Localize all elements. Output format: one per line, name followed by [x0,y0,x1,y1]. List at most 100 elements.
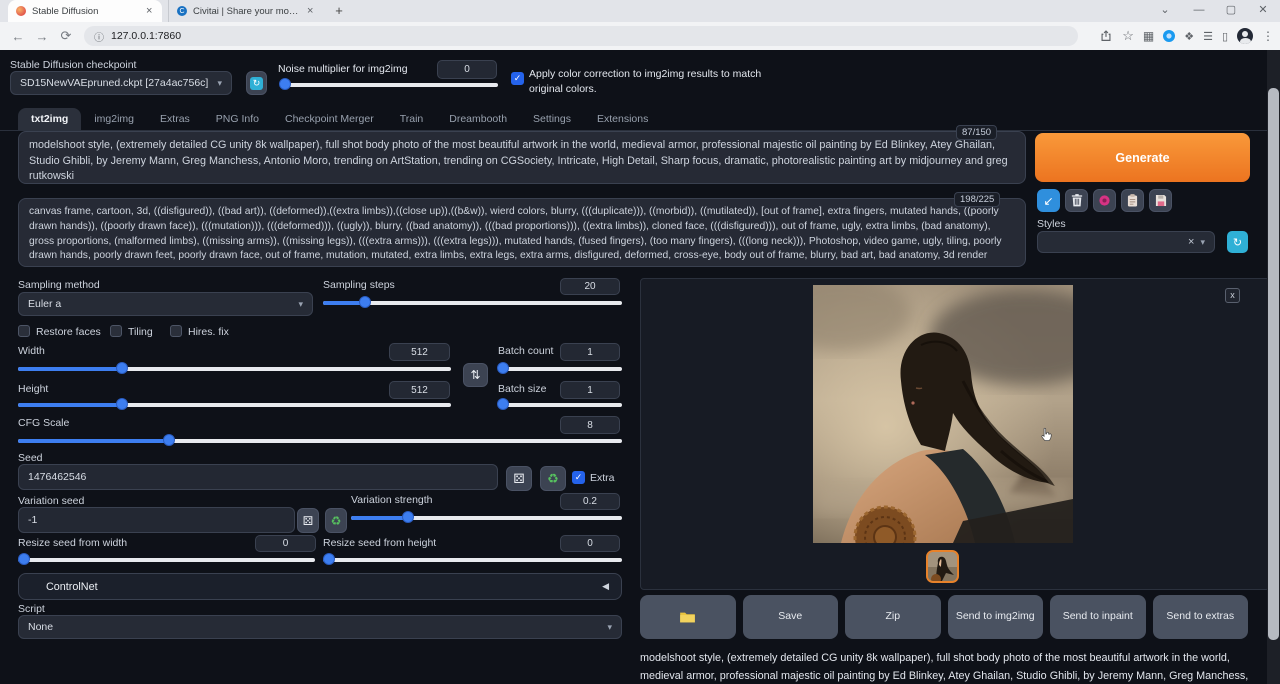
negative-prompt-textarea[interactable]: canvas frame, cartoon, 3d, ((disfigured)… [18,198,1026,267]
sampling-steps-label: Sampling steps [323,279,395,291]
bookmark-star-icon[interactable]: ☆ [1122,28,1134,44]
resize-seed-width-value[interactable]: 0 [255,535,316,552]
random-variation-seed-button[interactable]: ⚄ [297,508,319,533]
extensions-puzzle-icon[interactable]: ❖ [1184,30,1194,43]
extension-blue-icon[interactable] [1163,30,1175,42]
menu-kebab-icon[interactable]: ⋮ [1262,29,1274,43]
resize-seed-height-value[interactable]: 0 [560,535,620,552]
gallery-thumbnail[interactable] [926,550,959,583]
cfg-scale-label: CFG Scale [18,417,69,429]
resize-seed-width-slider[interactable] [18,553,315,565]
send-to-inpaint-button[interactable]: Send to inpaint [1050,595,1146,639]
share-icon[interactable] [1099,29,1113,43]
extra-networks-button[interactable] [1093,189,1116,212]
tab-close-icon[interactable]: × [307,5,313,17]
open-folder-button[interactable] [640,595,736,639]
controlnet-accordion[interactable]: ControlNet ◀ [18,573,622,600]
save-button[interactable]: Save [743,595,839,639]
noise-multiplier-value[interactable]: 0 [437,60,497,79]
refresh-styles-button[interactable]: ↻ [1227,231,1248,253]
random-seed-button[interactable]: ⚄ [506,466,532,491]
tab-settings[interactable]: Settings [520,108,584,130]
main-tabnav: txt2img img2img Extras PNG Info Checkpoi… [18,106,661,130]
cfg-scale-value[interactable]: 8 [560,416,620,434]
cfg-scale-slider[interactable] [18,434,622,446]
back-icon[interactable]: ← [6,29,30,44]
send-to-img2img-button[interactable]: Send to img2img [948,595,1044,639]
send-to-extras-button[interactable]: Send to extras [1153,595,1249,639]
tab-checkpoint-merger[interactable]: Checkpoint Merger [272,108,387,130]
height-slider[interactable] [18,398,451,410]
sampling-method-dropdown[interactable]: Euler a ▾ [18,292,313,316]
generate-button[interactable]: Generate [1035,133,1250,182]
page-scrollbar-thumb[interactable] [1268,88,1279,640]
zip-button[interactable]: Zip [845,595,941,639]
browser-tab-civitai[interactable]: C Civitai | Share your models × [168,0,322,22]
restore-faces-checkbox[interactable] [18,325,30,337]
site-info-icon[interactable]: ⓘ [94,29,104,44]
batch-count-value[interactable]: 1 [560,343,620,361]
tab-close-icon[interactable]: × [146,5,152,17]
profile-avatar[interactable] [1237,28,1253,44]
forward-icon[interactable]: → [30,29,54,44]
page-scrollbar-track [1267,50,1280,684]
tab-txt2img[interactable]: txt2img [18,108,81,130]
save-style-button[interactable] [1149,189,1172,212]
sampling-steps-value[interactable]: 20 [560,278,620,295]
tab-dreambooth[interactable]: Dreambooth [436,108,520,130]
address-bar[interactable]: ⓘ 127.0.0.1:7860 [84,26,1078,46]
reload-icon[interactable]: ⟳ [54,28,78,44]
apply-style-button[interactable] [1121,189,1144,212]
tiling-label: Tiling [128,326,153,338]
styles-dropdown[interactable]: × ▾ [1037,231,1215,253]
chevron-down-icon: ▾ [217,78,222,89]
height-value[interactable]: 512 [389,381,450,399]
paste-params-button[interactable]: ↙ [1037,189,1060,212]
tab-extensions[interactable]: Extensions [584,108,661,130]
side-panel-icon[interactable]: ▯ [1222,30,1228,43]
browser-tab-stable-diffusion[interactable]: Stable Diffusion × [8,0,162,22]
batch-size-slider[interactable] [498,398,622,410]
variation-strength-slider[interactable] [351,511,622,523]
browser-toolbar: ← → ⟳ ⓘ 127.0.0.1:7860 ☆ ▦ ❖ ☰ ▯ ⋮ [0,22,1280,50]
extra-seed-checkbox[interactable]: ✓ [572,471,585,484]
tab-train[interactable]: Train [387,108,437,130]
gallery-close-button[interactable]: x [1225,288,1240,303]
noise-multiplier-slider[interactable] [281,78,498,90]
width-slider[interactable] [18,362,451,374]
seed-input[interactable] [18,464,498,490]
tab-extras[interactable]: Extras [147,108,203,130]
clipboard-icon [1127,194,1138,207]
resize-seed-height-slider[interactable] [323,553,622,565]
chevron-down-icon: ▾ [607,622,612,633]
variation-seed-input[interactable] [18,507,295,533]
reuse-seed-button[interactable]: ♻ [540,466,566,491]
window-chevron-icon[interactable]: ⌄ [1150,0,1180,22]
generated-image[interactable] [813,285,1073,543]
apps-grid-icon[interactable]: ▦ [1143,29,1154,43]
batch-count-slider[interactable] [498,362,622,374]
reading-list-icon[interactable]: ☰ [1203,30,1213,43]
script-dropdown[interactable]: None ▾ [18,615,622,639]
checkpoint-dropdown[interactable]: SD15NewVAEpruned.ckpt [27a4ac756c] ▾ [10,71,232,95]
swap-dimensions-button[interactable]: ⇅ [463,363,488,387]
styles-clear-icon[interactable]: × [1188,236,1194,248]
batch-size-value[interactable]: 1 [560,381,620,399]
new-tab-button[interactable]: + [331,3,347,19]
civitai-favicon: C [177,6,187,16]
prompt-textarea[interactable]: modelshoot style, (extremely detailed CG… [18,131,1026,184]
window-close-button[interactable]: ✕ [1248,0,1278,22]
tab-png-info[interactable]: PNG Info [203,108,272,130]
color-correction-checkbox[interactable]: ✓ [511,72,524,85]
width-value[interactable]: 512 [389,343,450,361]
hires-fix-checkbox[interactable] [170,325,182,337]
clear-prompt-button[interactable] [1065,189,1088,212]
tab-img2img[interactable]: img2img [81,108,147,130]
sampling-steps-slider[interactable] [323,296,622,308]
refresh-checkpoints-button[interactable]: ↻ [246,71,267,95]
window-maximize-button[interactable]: ▢ [1216,0,1246,22]
variation-strength-value[interactable]: 0.2 [560,493,620,510]
window-minimize-button[interactable]: — [1184,0,1214,22]
reuse-variation-seed-button[interactable]: ♻ [325,508,347,533]
tiling-checkbox[interactable] [110,325,122,337]
